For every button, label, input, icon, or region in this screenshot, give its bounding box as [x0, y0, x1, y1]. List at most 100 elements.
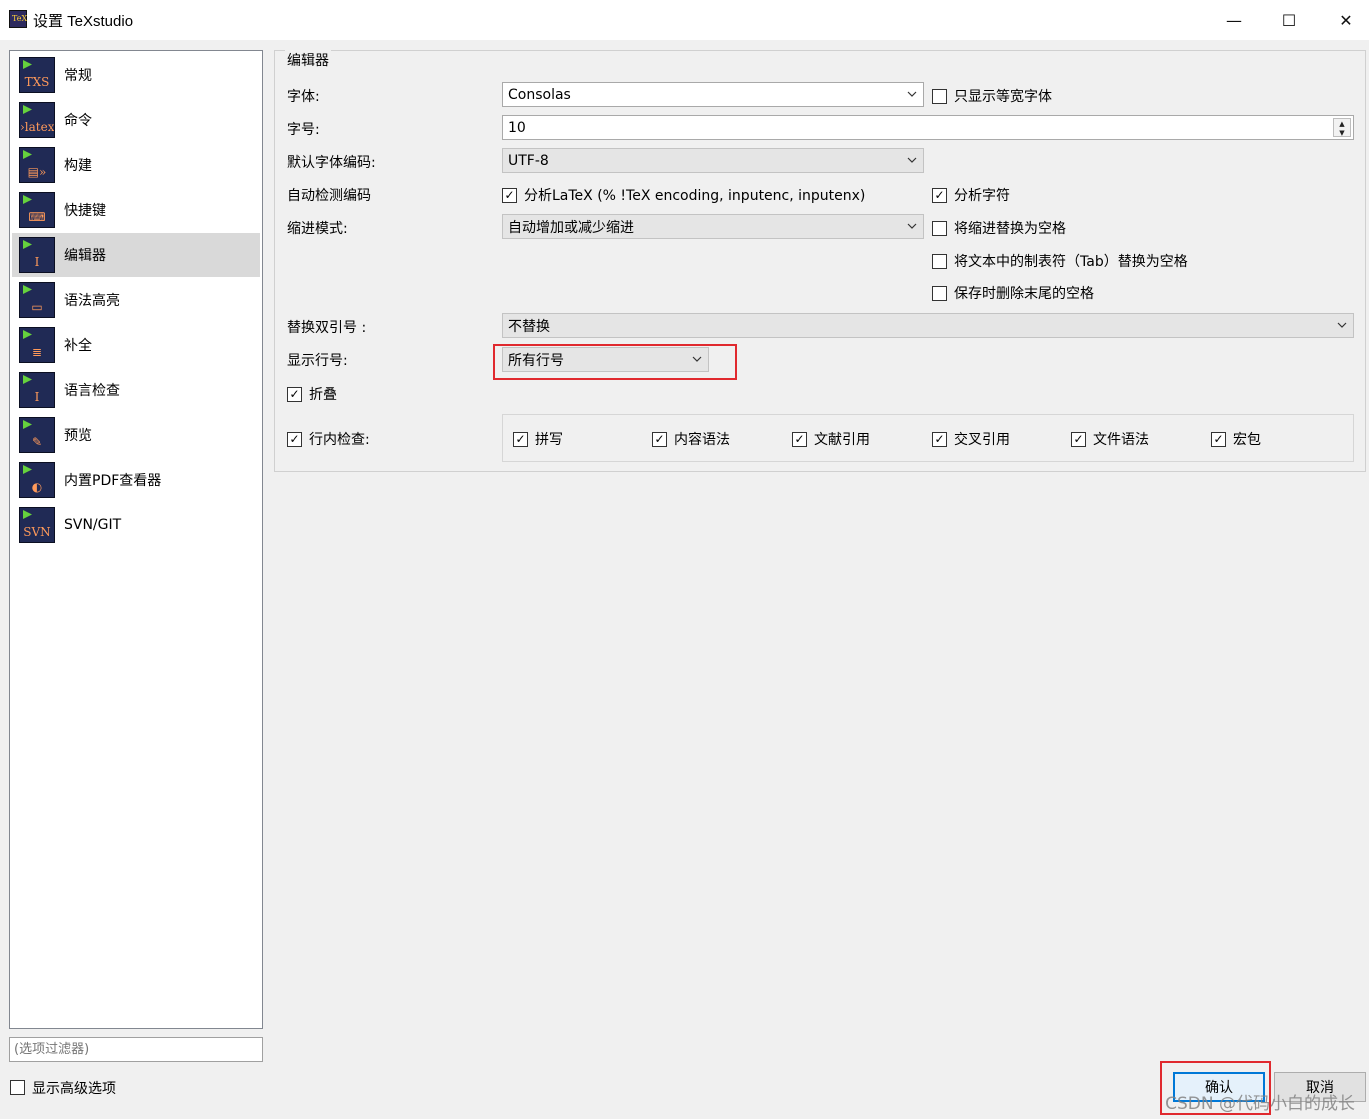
autodetect-encoding-label: 自动检测编码 [287, 188, 371, 204]
folding-option[interactable]: ✓ 折叠 [287, 384, 337, 404]
editor-cursor-icon: I [19, 237, 55, 273]
remove-trailing-spaces-option[interactable]: 保存时删除末尾的空格 [932, 283, 1094, 303]
replace-quotes-value: 不替换 [508, 318, 550, 335]
indent-mode-value: 自动增加或减少缩进 [508, 219, 634, 236]
close-icon: ✕ [1339, 10, 1353, 30]
monospace-only-label: 只显示等宽字体 [954, 89, 1052, 105]
svn-icon: SVN [19, 507, 55, 543]
inline-check-option-item[interactable]: ✓ 交叉引用 [932, 429, 1010, 449]
remove-trailing-spaces-checkbox[interactable] [932, 285, 947, 301]
minimize-icon: — [1226, 10, 1242, 30]
play-arrow-icon [23, 150, 32, 159]
sidebar-item-label: 命令 [64, 113, 92, 129]
sidebar-item[interactable]: ≣ 补全 [12, 323, 260, 367]
show-advanced-label: 显示高级选项 [32, 1081, 116, 1097]
sidebar-item[interactable]: ▤» 构建 [12, 143, 260, 187]
play-arrow-icon [23, 240, 32, 249]
monospace-only-option[interactable]: 只显示等宽字体 [932, 86, 1052, 106]
encoding-label: 默认字体编码: [287, 155, 376, 171]
replace-indent-tabs-checkbox[interactable] [932, 220, 947, 236]
spin-buttons[interactable]: ▲ ▼ [1333, 118, 1351, 137]
parse-latex-checkbox[interactable]: ✓ [502, 187, 517, 203]
inline-check-item-label: 文件语法 [1093, 432, 1149, 448]
encoding-select[interactable]: UTF-8 [502, 148, 924, 173]
close-button[interactable]: ✕ [1323, 0, 1369, 40]
replace-indent-tabs-label: 将缩进替换为空格 [954, 221, 1066, 237]
chevron-down-icon [907, 91, 917, 97]
sidebar-item-label: 快捷键 [64, 203, 106, 219]
parse-chars-label: 分析字符 [954, 188, 1010, 204]
inline-check-option-item[interactable]: ✓ 内容语法 [652, 429, 730, 449]
parse-latex-label: 分析LaTeX (% !TeX encoding, inputenc, inpu… [524, 188, 866, 204]
sidebar-item[interactable]: SVN SVN/GIT [12, 503, 260, 547]
inline-check-item-checkbox[interactable]: ✓ [513, 431, 528, 447]
play-arrow-icon [23, 465, 32, 474]
font-label: 字体: [287, 89, 320, 105]
sidebar-item[interactable]: ⌨ 快捷键 [12, 188, 260, 232]
sidebar-item-label: 语法高亮 [64, 293, 120, 309]
sidebar-item[interactable]: ✎ 预览 [12, 413, 260, 457]
spin-down-icon[interactable]: ▼ [1334, 128, 1350, 137]
inline-check-item-checkbox[interactable]: ✓ [652, 431, 667, 447]
play-arrow-icon [23, 195, 32, 204]
sidebar-item[interactable]: ›latex 命令 [12, 98, 260, 142]
settings-category-list[interactable]: TXS 常规 ›latex 命令 ▤» 构建 ⌨ 快捷键 I 编辑器 ▭ 语法高亮 ≣ 补全 I 语言检查 ✎ 预… [9, 50, 263, 1029]
icon-glyph: ▭ [31, 300, 43, 314]
inline-check-item-checkbox[interactable]: ✓ [792, 431, 807, 447]
inline-check-option-item[interactable]: ✓ 宏包 [1211, 429, 1261, 449]
inline-check-item-checkbox[interactable]: ✓ [1071, 431, 1086, 447]
remove-trailing-spaces-label: 保存时删除末尾的空格 [954, 286, 1094, 302]
minimize-button[interactable]: — [1211, 0, 1257, 40]
inline-check-option[interactable]: ✓ 行内检查: [287, 429, 370, 449]
line-numbers-highlight-box [493, 344, 737, 380]
play-arrow-icon [23, 510, 32, 519]
inline-check-option-item[interactable]: ✓ 文件语法 [1071, 429, 1149, 449]
font-size-spinbox[interactable]: 10 ▲ ▼ [502, 115, 1354, 140]
syntax-highlight-icon: ▭ [19, 282, 55, 318]
inline-check-option-item[interactable]: ✓ 拼写 [513, 429, 563, 449]
font-select[interactable]: Consolas [502, 82, 924, 107]
spin-up-icon[interactable]: ▲ [1334, 119, 1350, 128]
inline-check-item-label: 内容语法 [674, 432, 730, 448]
play-arrow-icon [23, 285, 32, 294]
sidebar-item[interactable]: ◐ 内置PDF查看器 [12, 458, 260, 502]
replace-quotes-select[interactable]: 不替换 [502, 313, 1354, 338]
parse-chars-checkbox[interactable]: ✓ [932, 187, 947, 203]
icon-glyph: ▤» [27, 165, 47, 179]
option-filter-input[interactable] [9, 1037, 263, 1062]
sidebar-item-label: 内置PDF查看器 [64, 473, 162, 489]
editor-group-box [274, 50, 1366, 472]
folding-checkbox[interactable]: ✓ [287, 386, 302, 402]
language-check-icon: I [19, 372, 55, 408]
inline-check-checkbox[interactable]: ✓ [287, 431, 302, 447]
inline-check-item-checkbox[interactable]: ✓ [1211, 431, 1226, 447]
sidebar-item[interactable]: I 语言检查 [12, 368, 260, 412]
line-numbers-label: 显示行号: [287, 353, 348, 369]
sidebar-item[interactable]: ▭ 语法高亮 [12, 278, 260, 322]
inline-check-option-item[interactable]: ✓ 文献引用 [792, 429, 870, 449]
parse-chars-option[interactable]: ✓ 分析字符 [932, 185, 1010, 205]
replace-indent-tabs-option[interactable]: 将缩进替换为空格 [932, 218, 1066, 238]
sidebar-item[interactable]: TXS 常规 [12, 53, 260, 97]
play-arrow-icon [23, 420, 32, 429]
icon-glyph: ⌨ [28, 210, 46, 224]
sidebar-item-label: 预览 [64, 428, 92, 444]
monospace-only-checkbox[interactable] [932, 88, 947, 104]
play-arrow-icon [23, 330, 32, 339]
parse-latex-option[interactable]: ✓ 分析LaTeX (% !TeX encoding, inputenc, in… [502, 185, 865, 205]
replace-text-tabs-label: 将文本中的制表符（Tab）替换为空格 [954, 254, 1188, 270]
replace-text-tabs-option[interactable]: 将文本中的制表符（Tab）替换为空格 [932, 251, 1188, 271]
maximize-button[interactable]: ☐ [1266, 0, 1312, 40]
replace-text-tabs-checkbox[interactable] [932, 253, 947, 269]
indent-mode-select[interactable]: 自动增加或减少缩进 [502, 214, 924, 239]
csdn-watermark: CSDN @代码小白的成长 [1165, 1094, 1355, 1114]
show-advanced-checkbox[interactable] [10, 1080, 25, 1095]
inline-check-item-checkbox[interactable]: ✓ [932, 431, 947, 447]
icon-glyph: ✎ [31, 435, 43, 449]
folding-label: 折叠 [309, 387, 337, 403]
pdf-viewer-icon: ◐ [19, 462, 55, 498]
inline-check-item-label: 交叉引用 [954, 432, 1010, 448]
build-icon: ▤» [19, 147, 55, 183]
inline-check-item-label: 拼写 [535, 432, 563, 448]
sidebar-item[interactable]: I 编辑器 [12, 233, 260, 277]
